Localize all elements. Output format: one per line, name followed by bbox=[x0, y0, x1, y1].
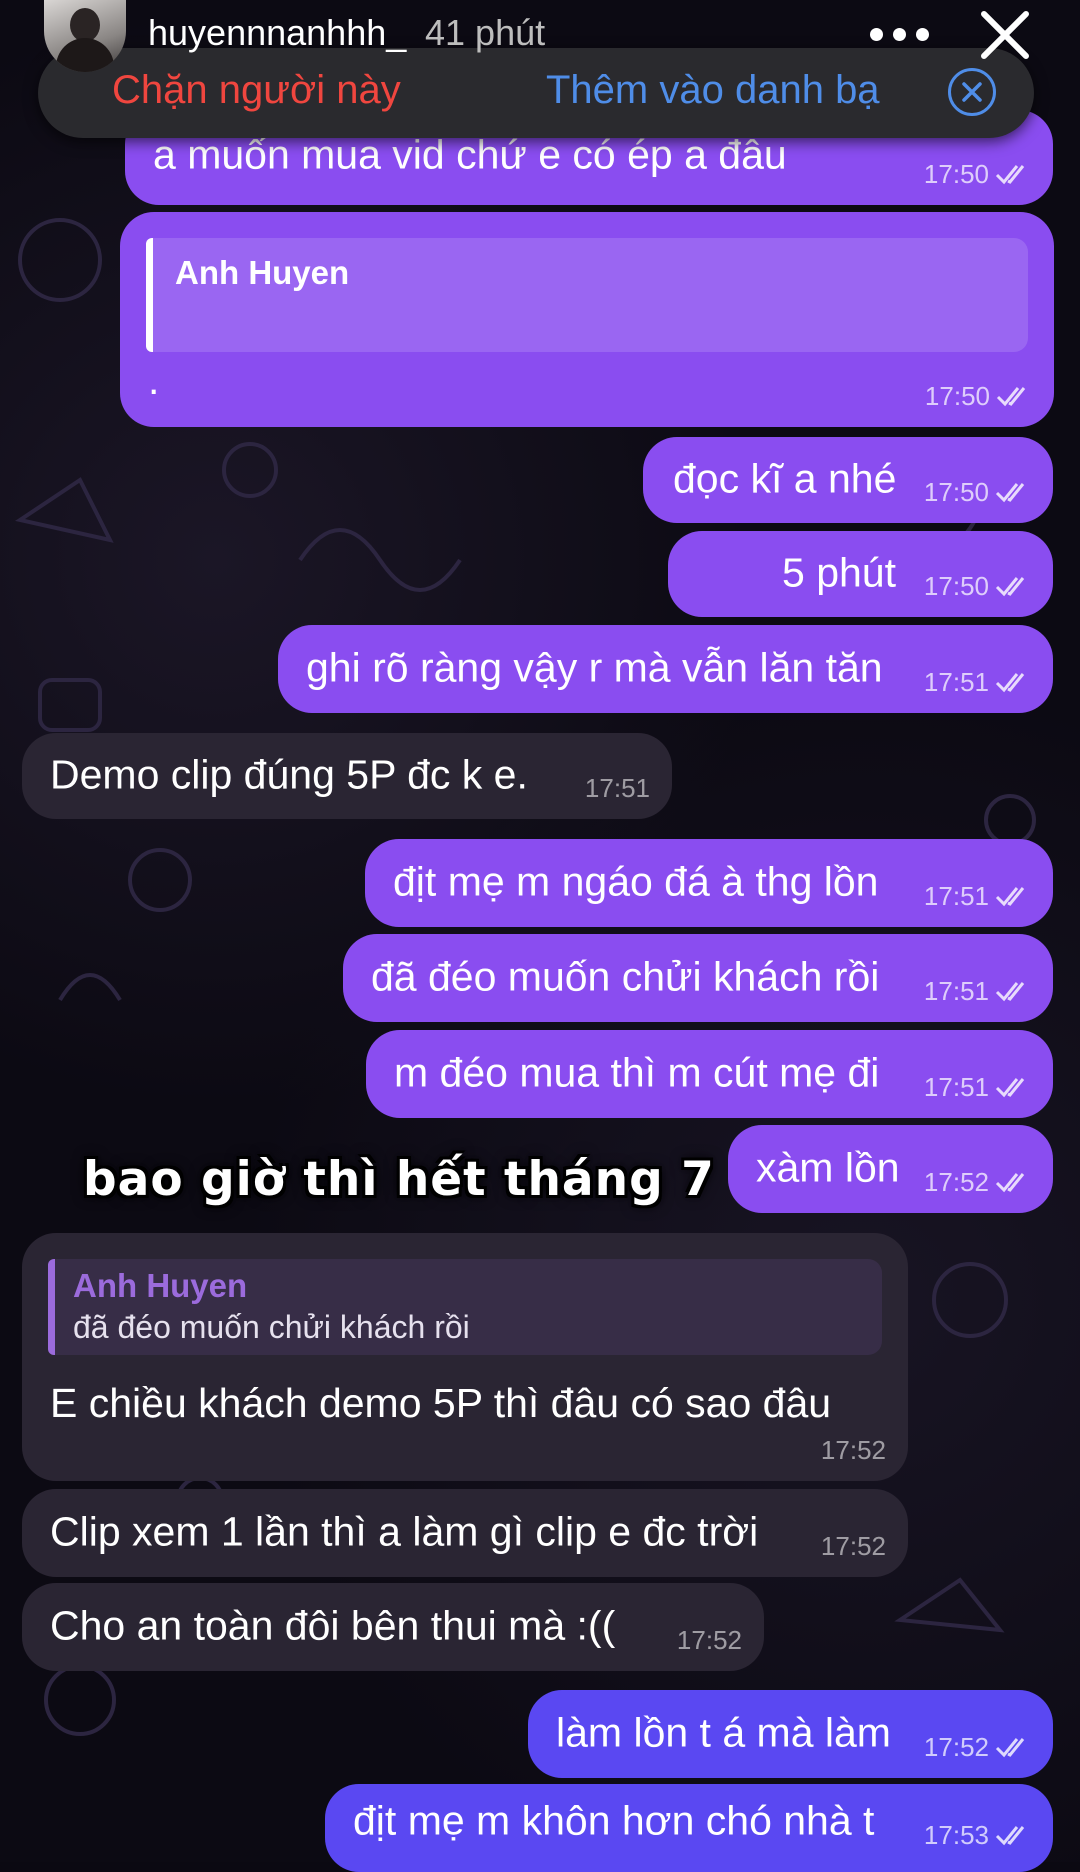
message-time: 17:50 bbox=[924, 381, 990, 411]
message-meta: 17:53 bbox=[924, 1822, 1031, 1848]
message-text: địt mẹ m ngáo đá à thg lồn bbox=[393, 858, 879, 905]
message-time: 17:50 bbox=[923, 571, 989, 601]
message-time: 17:52 bbox=[676, 1625, 742, 1655]
message-bubble-outgoing[interactable]: đọc kĩ a nhé 17:50 bbox=[643, 437, 1053, 523]
message-text: đã đéo muốn chửi khách rồi bbox=[371, 953, 880, 1000]
message-text: đọc kĩ a nhé bbox=[673, 455, 897, 502]
message-time: 17:51 bbox=[923, 1072, 989, 1102]
double-check-icon bbox=[995, 1826, 1025, 1846]
message-text: . bbox=[148, 357, 160, 403]
story-time: 41 phút bbox=[425, 12, 546, 53]
message-meta: 17:51 bbox=[924, 978, 1031, 1004]
message-meta: 17:51 bbox=[924, 883, 1031, 909]
message-text: Cho an toàn đôi bên thui mà :(( bbox=[50, 1602, 616, 1649]
message-meta: 17:52 bbox=[677, 1627, 742, 1653]
story-text-overlay: bao giờ thì hết tháng 7 bbox=[83, 1152, 715, 1207]
message-text: Clip xem 1 lần thì a làm gì clip e đc tr… bbox=[50, 1508, 759, 1555]
message-time: 17:52 bbox=[923, 1167, 989, 1197]
message-time: 17:50 bbox=[923, 477, 989, 507]
reply-quote[interactable]: Anh Huyen bbox=[146, 238, 1028, 352]
message-text: m đéo mua thì m cút mẹ đi bbox=[394, 1049, 880, 1096]
avatar[interactable] bbox=[44, 0, 126, 72]
message-meta: 17:52 bbox=[821, 1533, 886, 1559]
message-bubble-outgoing[interactable]: 5 phút 17:50 bbox=[668, 531, 1053, 617]
message-bubble-incoming[interactable]: Demo clip đúng 5P đc k e. 17:51 bbox=[22, 733, 672, 819]
story-username[interactable]: huyennnanhhh_ bbox=[148, 12, 406, 54]
message-time: 17:51 bbox=[923, 976, 989, 1006]
message-bubble-reply-outgoing[interactable]: Anh Huyen . 17:50 bbox=[120, 212, 1054, 427]
reply-author: Anh Huyen bbox=[175, 254, 350, 291]
message-time: 17:51 bbox=[923, 881, 989, 911]
message-bubble-incoming[interactable]: Cho an toàn đôi bên thui mà :(( 17:52 bbox=[22, 1583, 764, 1671]
double-check-icon bbox=[995, 1738, 1025, 1758]
message-bubble-outgoing[interactable]: xàm lồn 17:52 bbox=[728, 1125, 1053, 1213]
double-check-icon bbox=[995, 1173, 1025, 1193]
message-time: 17:53 bbox=[923, 1820, 989, 1850]
message-meta: 17:52 bbox=[821, 1437, 886, 1463]
double-check-icon bbox=[995, 887, 1025, 907]
reply-quote[interactable]: Anh Huyen đã đéo muốn chửi khách rồi bbox=[48, 1259, 882, 1355]
message-meta: 17:51 bbox=[924, 1074, 1031, 1100]
message-meta: 17:52 bbox=[924, 1169, 1031, 1195]
message-text: làm lồn t á mà làm bbox=[556, 1709, 891, 1756]
message-bubble-outgoing[interactable]: m đéo mua thì m cút mẹ đi 17:51 bbox=[366, 1030, 1053, 1118]
message-text: ghi rõ ràng vậy r mà vẫn lăn tăn bbox=[306, 644, 883, 691]
message-meta: 17:50 bbox=[924, 161, 1031, 187]
message-text: E chiều khách demo 5P thì đâu có sao đâu bbox=[50, 1380, 832, 1426]
more-dots-icon[interactable] bbox=[870, 14, 934, 54]
message-meta: 17:50 bbox=[925, 383, 1032, 409]
message-bubble-outgoing[interactable]: làm lồn t á mà làm 17:52 bbox=[528, 1690, 1053, 1778]
message-bubble-reply-incoming[interactable]: Anh Huyen đã đéo muốn chửi khách rồi E c… bbox=[22, 1233, 908, 1481]
close-icon[interactable] bbox=[976, 6, 1034, 64]
message-text: địt mẹ m khôn hơn chó nhà t bbox=[353, 1797, 875, 1844]
message-time: 17:50 bbox=[923, 159, 989, 189]
reply-author: Anh Huyen bbox=[73, 1267, 248, 1304]
message-time: 17:51 bbox=[584, 773, 650, 803]
message-meta: 17:50 bbox=[924, 573, 1031, 599]
message-bubble-outgoing[interactable]: ghi rõ ràng vậy r mà vẫn lăn tăn 17:51 bbox=[278, 625, 1053, 713]
message-meta: 17:51 bbox=[585, 775, 650, 801]
double-check-icon bbox=[995, 483, 1025, 503]
message-text: 5 phút bbox=[782, 549, 896, 596]
message-time: 17:51 bbox=[923, 667, 989, 697]
double-check-icon bbox=[995, 577, 1025, 597]
message-bubble-incoming[interactable]: Clip xem 1 lần thì a làm gì clip e đc tr… bbox=[22, 1489, 908, 1577]
reply-text: đã đéo muốn chửi khách rồi bbox=[73, 1309, 470, 1345]
message-time: 17:52 bbox=[820, 1531, 886, 1561]
message-text: Demo clip đúng 5P đc k e. bbox=[50, 751, 528, 798]
message-time: 17:52 bbox=[820, 1435, 886, 1465]
story-header: huyennnanhhh_ 41 phút bbox=[0, 0, 1080, 150]
message-text: xàm lồn bbox=[756, 1144, 900, 1191]
double-check-icon bbox=[996, 387, 1026, 407]
message-bubble-outgoing[interactable]: đã đéo muốn chửi khách rồi 17:51 bbox=[343, 934, 1053, 1022]
message-time: 17:52 bbox=[923, 1732, 989, 1762]
message-bubble-outgoing[interactable]: địt mẹ m khôn hơn chó nhà t 17:53 bbox=[325, 1784, 1053, 1872]
message-meta: 17:52 bbox=[924, 1734, 1031, 1760]
double-check-icon bbox=[995, 982, 1025, 1002]
double-check-icon bbox=[995, 165, 1025, 185]
message-meta: 17:51 bbox=[924, 669, 1031, 695]
message-meta: 17:50 bbox=[924, 479, 1031, 505]
double-check-icon bbox=[995, 673, 1025, 693]
double-check-icon bbox=[995, 1078, 1025, 1098]
message-bubble-outgoing[interactable]: địt mẹ m ngáo đá à thg lồn 17:51 bbox=[365, 839, 1053, 927]
